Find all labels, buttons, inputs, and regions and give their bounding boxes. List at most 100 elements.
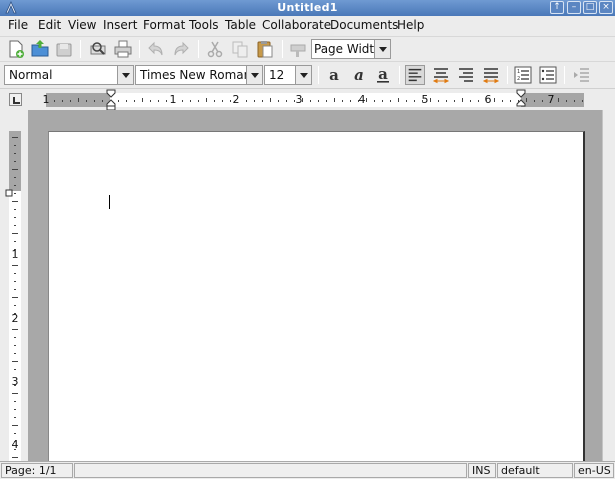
- align-right-icon[interactable]: [456, 65, 476, 85]
- ruler-tick: [326, 100, 327, 102]
- ruler-tick: [12, 201, 18, 202]
- format-painter-icon[interactable]: [288, 39, 308, 59]
- ruler-tick: [414, 100, 415, 102]
- ruler-tick: [134, 100, 135, 102]
- ruler-tick: [14, 321, 16, 322]
- underline-icon[interactable]: a: [373, 65, 393, 85]
- menu-table[interactable]: Table: [225, 18, 256, 32]
- redo-icon[interactable]: [171, 39, 191, 59]
- undo-icon[interactable]: [146, 39, 166, 59]
- right-indent-marker-icon[interactable]: [515, 89, 527, 111]
- ruler-tick: [342, 100, 343, 102]
- insert-mode-indicator[interactable]: INS: [468, 463, 496, 478]
- vertical-scrollbar[interactable]: [602, 110, 615, 461]
- close-icon[interactable]: ×: [599, 1, 613, 14]
- print-preview-icon[interactable]: [88, 39, 108, 59]
- menu-file[interactable]: File: [8, 18, 28, 32]
- ruler-tick: [14, 385, 16, 386]
- minimize-icon[interactable]: –: [567, 1, 581, 14]
- align-center-icon[interactable]: [431, 65, 451, 85]
- ruler-tick: [12, 233, 18, 234]
- cut-icon[interactable]: [205, 39, 225, 59]
- ruler-tick: [438, 100, 439, 102]
- svg-text:a: a: [354, 66, 364, 84]
- italic-icon[interactable]: a: [349, 65, 369, 85]
- align-left-icon[interactable]: [405, 65, 425, 85]
- ruler-tick: [374, 100, 375, 102]
- copy-icon[interactable]: [230, 39, 250, 59]
- ruler-tick: [14, 345, 16, 346]
- menu-documents[interactable]: Documents: [330, 18, 398, 32]
- ruler-tick: [14, 353, 16, 354]
- shade-icon[interactable]: ↑: [550, 1, 564, 14]
- vertical-ruler[interactable]: 1 2 3 4: [9, 131, 21, 461]
- svg-text:2: 2: [517, 76, 520, 82]
- ruler-tick: [542, 100, 543, 102]
- ruler-tick: [12, 137, 18, 138]
- toolbar-separator: [318, 66, 319, 84]
- chevron-down-icon[interactable]: [374, 40, 390, 58]
- ruler-tick: [278, 100, 279, 102]
- ruler-tick: [54, 100, 55, 102]
- ruler-tick: [14, 161, 16, 162]
- menu-help[interactable]: Help: [397, 18, 424, 32]
- ruler-tick: [12, 265, 18, 266]
- ruler-tick: [14, 313, 16, 314]
- toolbar-separator: [139, 40, 140, 58]
- font-size-value: 12: [269, 68, 285, 82]
- justify-icon[interactable]: [481, 65, 501, 85]
- document-page[interactable]: [48, 131, 585, 461]
- ruler-tick: [150, 100, 151, 102]
- ruler-tick: [478, 100, 479, 102]
- save-icon[interactable]: [54, 39, 74, 59]
- menu-edit[interactable]: Edit: [38, 18, 61, 32]
- ruler-tick: [14, 441, 16, 442]
- ruler-tick: [62, 100, 63, 102]
- chevron-down-icon[interactable]: [117, 66, 133, 84]
- ruler-tick: [166, 100, 167, 102]
- ruler-tick: [430, 98, 431, 102]
- ruler-number: 1: [169, 93, 177, 106]
- ruler-tick: [462, 98, 463, 102]
- menu-tools[interactable]: Tools: [189, 18, 219, 32]
- maximize-icon[interactable]: □: [583, 1, 597, 14]
- title-bar: Untitled1 ↑ – □ ×: [0, 0, 615, 16]
- print-icon[interactable]: [113, 39, 133, 59]
- font-size-select[interactable]: 12: [264, 65, 312, 85]
- ruler-tick: [14, 145, 16, 146]
- numbered-list-icon[interactable]: 1 2: [513, 65, 533, 85]
- paste-icon[interactable]: [255, 39, 275, 59]
- ruler-tick: [14, 185, 16, 186]
- ruler-tick: [14, 281, 16, 282]
- ruler-tick: [366, 98, 367, 102]
- ruler-tick: [222, 100, 223, 102]
- decrease-indent-icon[interactable]: [572, 65, 592, 85]
- menu-insert[interactable]: Insert: [103, 18, 137, 32]
- bold-icon[interactable]: a: [324, 65, 344, 85]
- open-icon[interactable]: [30, 39, 50, 59]
- style-indicator: default: [497, 463, 573, 478]
- ruler-tick: [510, 100, 511, 102]
- horizontal-ruler[interactable]: 1 1 2 3 4 5 6 7: [43, 93, 584, 107]
- new-document-icon[interactable]: [6, 39, 26, 59]
- bulleted-list-icon[interactable]: [538, 65, 558, 85]
- zoom-select[interactable]: Page Width: [311, 39, 391, 59]
- chevron-down-icon[interactable]: [246, 66, 262, 84]
- style-select[interactable]: Normal: [4, 65, 134, 85]
- menu-collaborate[interactable]: Collaborate: [262, 18, 331, 32]
- ruler-tick: [14, 257, 16, 258]
- menu-format[interactable]: Format: [143, 18, 185, 32]
- zoom-value: Page Width: [314, 42, 382, 56]
- toolbar-separator: [399, 66, 400, 84]
- left-indent-marker-icon[interactable]: [105, 89, 117, 111]
- font-select[interactable]: Times New Roman: [135, 65, 263, 85]
- chevron-down-icon[interactable]: [295, 66, 311, 84]
- toolbar-separator: [564, 66, 565, 84]
- ruler-tick: [382, 100, 383, 102]
- tab-stop-type-icon[interactable]: [9, 93, 22, 106]
- ruler-tick: [12, 361, 18, 362]
- menu-view[interactable]: View: [68, 18, 96, 32]
- ruler-tick: [12, 329, 18, 330]
- top-margin-marker-icon[interactable]: [5, 189, 13, 197]
- ruler-tick: [230, 100, 231, 102]
